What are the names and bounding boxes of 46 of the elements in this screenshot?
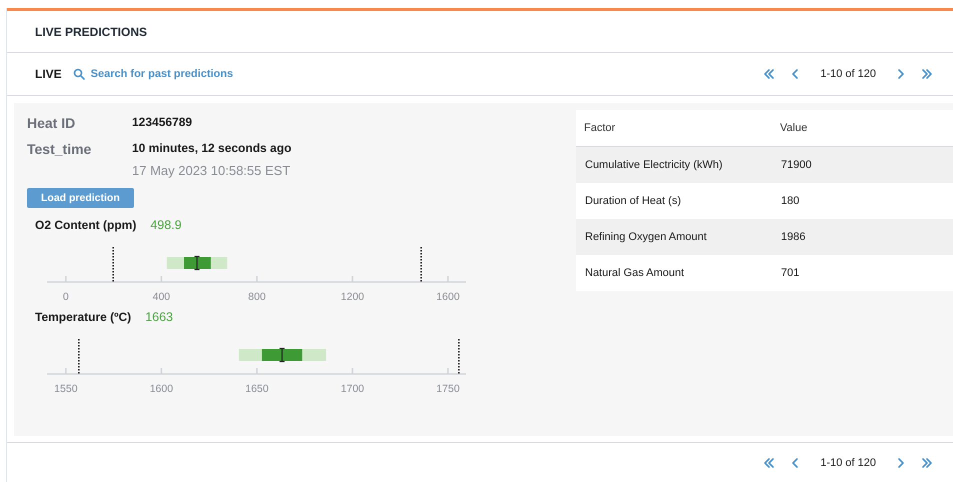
tick-label: 0 <box>62 291 69 303</box>
field-label: Heat ID <box>27 115 76 131</box>
table-cell: 180 <box>772 183 953 219</box>
double-chevron-left-icon[interactable] <box>762 456 776 470</box>
limit-line <box>78 339 80 374</box>
tick-label: 1550 <box>54 383 78 395</box>
tick-label: 800 <box>248 291 266 303</box>
page-range: 1-10 of 120 <box>819 456 877 468</box>
field-value: 10 minutes, 12 seconds ago <box>132 141 292 155</box>
limit-line <box>112 247 114 282</box>
gauge-label: O2 Content (ppm) <box>35 218 136 232</box>
field-label: Test_time <box>27 141 92 159</box>
tick-label: 1600 <box>436 291 460 303</box>
limit-line <box>420 247 422 282</box>
table-cell: 701 <box>772 255 953 291</box>
double-chevron-right-icon[interactable] <box>920 67 934 81</box>
search-icon <box>72 67 86 81</box>
tick-label: 1700 <box>340 383 364 395</box>
timestamp: 17 May 2023 10:58:55 EST <box>132 163 292 178</box>
table-cell: Natural Gas Amount <box>576 255 772 291</box>
tick-label: 400 <box>152 291 170 303</box>
gauge-label: Temperature (ºC) <box>35 310 132 324</box>
tick-label: 1650 <box>245 383 269 395</box>
table-cell: 71900 <box>772 146 953 183</box>
limit-line <box>458 339 460 374</box>
double-chevron-left-icon[interactable] <box>762 67 776 81</box>
table-cell: Refining Oxygen Amount <box>576 219 772 255</box>
tick-label: 1750 <box>436 383 460 395</box>
panel-title: LIVE PREDICTIONS <box>35 24 148 38</box>
prediction-marker <box>194 256 200 270</box>
core-band <box>262 349 302 361</box>
core-band <box>184 257 211 269</box>
gauge-reading: 1663 <box>145 310 173 324</box>
field-value: 123456789 <box>132 115 192 129</box>
page-range: 1-10 of 120 <box>819 68 877 80</box>
load-prediction-button[interactable]: Load prediction <box>27 188 134 208</box>
search-link[interactable]: Search for past predictions <box>72 67 234 81</box>
prediction-marker <box>278 348 286 362</box>
tick-label: 1200 <box>340 291 364 303</box>
tick-label: 1600 <box>150 383 174 395</box>
table-cell: Duration of Heat (s) <box>576 183 772 219</box>
double-chevron-right-icon[interactable] <box>920 456 934 470</box>
live-label: LIVE <box>35 67 62 81</box>
table-cell: Cumulative Electricity (kWh) <box>576 146 772 183</box>
gauge-reading: 498.9 <box>150 218 182 232</box>
table-cell: 1986 <box>772 219 953 255</box>
